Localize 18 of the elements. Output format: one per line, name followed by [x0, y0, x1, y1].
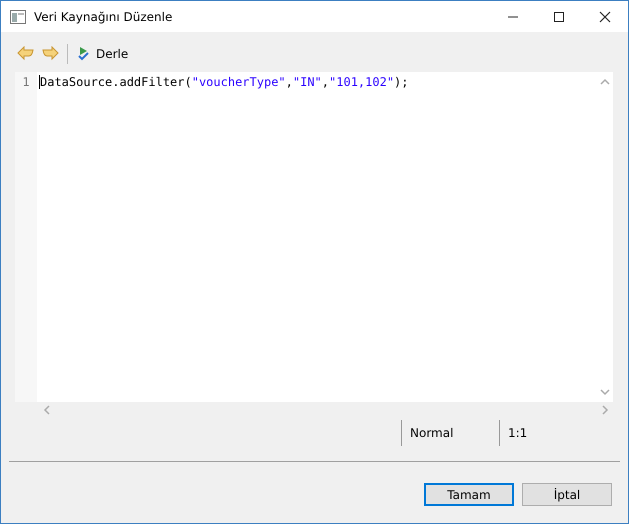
scroll-right-icon[interactable]	[601, 405, 609, 415]
compile-button[interactable]: Derle	[76, 45, 130, 63]
undo-icon[interactable]	[17, 46, 35, 62]
cursor-position: 1:1	[499, 420, 538, 446]
scroll-up-icon[interactable]	[600, 78, 610, 86]
window-title: Veri Kaynağını Düzenle	[34, 10, 174, 24]
line-number: 1	[21, 75, 31, 89]
maximize-icon[interactable]	[553, 10, 565, 22]
editor-mode: Normal	[401, 420, 499, 446]
dialog-button[interactable]: İptal	[522, 483, 612, 506]
scroll-down-icon[interactable]	[600, 388, 610, 396]
window-icon	[10, 10, 26, 24]
scroll-left-icon[interactable]	[43, 405, 51, 415]
redo-icon[interactable]	[41, 46, 59, 62]
dialog-button[interactable]: Tamam	[424, 483, 514, 506]
run-check-icon	[78, 47, 90, 61]
close-icon[interactable]	[599, 10, 611, 22]
code-line: DataSource.addFilter("voucherType","IN","101,102");	[39, 75, 597, 89]
